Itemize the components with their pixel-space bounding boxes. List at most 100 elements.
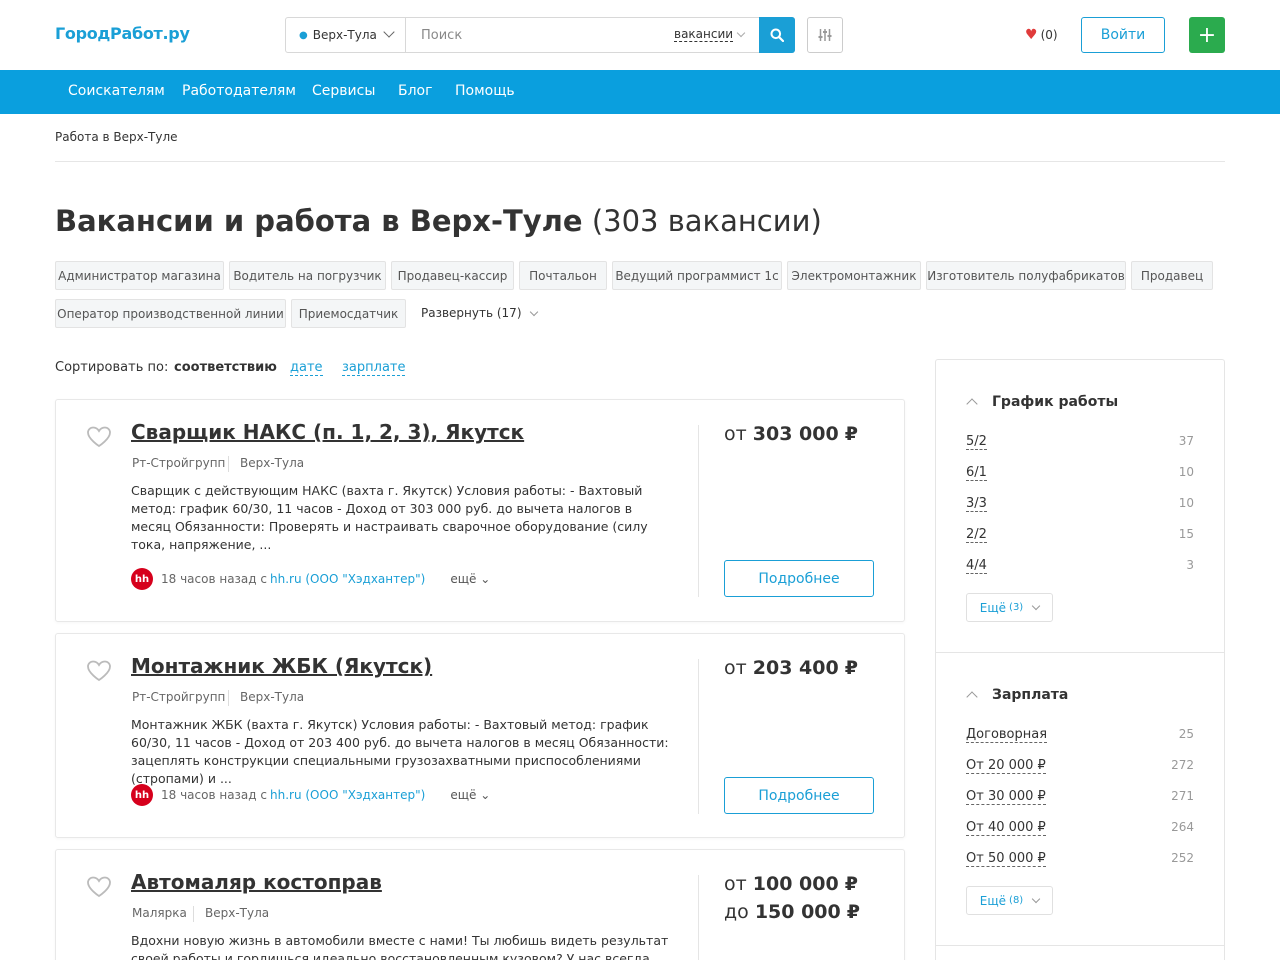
sort-option-date[interactable]: дате <box>290 360 323 376</box>
filter-count: 15 <box>1178 527 1194 541</box>
vacancy-source-row: hh 18 часов назад с hh.ru (ООО "Хэдханте… <box>131 568 490 590</box>
vacancy-description: Вдохни новую жизнь в автомобили вместе с… <box>131 933 669 960</box>
filter-option[interactable]: От 30 000 ₽ <box>966 789 1046 805</box>
filter-option[interactable]: 6/1 <box>966 465 987 481</box>
salary-value: 150 000 <box>754 901 841 923</box>
filter-option[interactable]: От 40 000 ₽ <box>966 820 1046 836</box>
show-more-button[interactable]: Ещё (3) <box>966 593 1053 622</box>
tag-chip[interactable]: Продавец <box>1131 261 1213 290</box>
more-dropdown[interactable]: ещё ⌄ <box>450 788 490 802</box>
breadcrumb[interactable]: Работа в Верх-Туле <box>55 130 178 144</box>
tag-chip[interactable]: Приемосдатчик <box>291 299 406 328</box>
filter-title-schedule[interactable]: График работы <box>992 394 1118 410</box>
search-input[interactable] <box>407 18 667 52</box>
tag-chip[interactable]: Водитель на погрузчик <box>229 261 386 290</box>
filter-count: 10 <box>1178 496 1194 510</box>
tag-chip[interactable]: Электромонтажник <box>787 261 921 290</box>
filter-count: 3 <box>1186 558 1194 572</box>
filter-count: 10 <box>1178 465 1194 479</box>
salary: от 303 000 ₽ <box>724 423 858 445</box>
company-name[interactable]: Малярка <box>132 906 187 920</box>
divider <box>698 659 699 814</box>
filter-count: 252 <box>1171 851 1194 865</box>
filter-option[interactable]: От 20 000 ₽ <box>966 758 1046 774</box>
add-vacancy-button[interactable]: + <box>1189 17 1225 53</box>
page-title: Вакансии и работа в Верх-Туле (303 вакан… <box>55 204 822 238</box>
vacancy-title[interactable]: Сварщик НАКС (п. 1, 2, 3), Якутск <box>131 420 524 444</box>
vacancy-description: Монтажник ЖБК (вахта г. Якутск) Условия … <box>131 717 669 786</box>
nav-item-blog[interactable]: Блог <box>398 83 432 99</box>
currency: ₽ <box>844 873 858 895</box>
filter-option[interactable]: 2/2 <box>966 527 987 543</box>
search-bar: ● Верх-Тула вакансии <box>285 17 795 53</box>
company-name[interactable]: Рт-Стройгрупп <box>132 690 225 704</box>
separator <box>228 690 229 706</box>
site-logo[interactable]: ГородРабот.ру <box>55 24 190 43</box>
page-title-text: Вакансии и работа в Верх-Туле <box>55 204 583 238</box>
divider <box>698 425 699 597</box>
sort-option-salary[interactable]: зарплате <box>342 360 406 376</box>
company-name[interactable]: Рт-Стройгрупп <box>132 456 225 470</box>
heart-outline-icon[interactable] <box>86 876 112 898</box>
source-link[interactable]: hh.ru (ООО "Хэдхантер") <box>270 572 425 586</box>
posted-time: 18 часов назад с <box>161 788 267 802</box>
tag-chip[interactable]: Администратор магазина <box>55 261 224 290</box>
header: ГородРабот.ру ● Верх-Тула вакансии ♥ (0)… <box>0 0 1280 70</box>
filter-option[interactable]: Договорная <box>966 727 1048 743</box>
chevron-up-icon[interactable] <box>966 691 978 703</box>
tag-chip[interactable]: Продавец-кассир <box>391 261 514 290</box>
hh-logo-icon: hh <box>131 784 153 806</box>
filter-option[interactable]: От 50 000 ₽ <box>966 851 1046 867</box>
favorites-link[interactable]: ♥ (0) <box>1025 27 1058 43</box>
filter-count: 264 <box>1171 820 1194 834</box>
expand-tags-label: Развернуть (17) <box>421 306 522 320</box>
search-button[interactable] <box>759 17 795 53</box>
show-more-button[interactable]: Ещё (8) <box>966 886 1053 915</box>
chevron-down-icon <box>383 26 395 38</box>
vacancy-city: Верх-Тула <box>240 456 305 470</box>
nav-item-help[interactable]: Помощь <box>455 83 515 99</box>
tag-chip[interactable]: Изготовитель полуфабрикатов <box>926 261 1126 290</box>
search-icon <box>770 28 784 42</box>
salary-prefix: от <box>724 657 747 679</box>
login-button[interactable]: Войти <box>1081 17 1165 53</box>
details-button[interactable]: Подробнее <box>724 777 874 814</box>
expand-tags-button[interactable]: Развернуть (17) <box>421 306 538 320</box>
chevron-up-icon[interactable] <box>966 398 978 410</box>
vacancy-title[interactable]: Автомаляр костоправ <box>131 870 382 894</box>
more-dropdown[interactable]: ещё ⌄ <box>450 572 490 586</box>
vacancy-source-row: hh 18 часов назад с hh.ru (ООО "Хэдханте… <box>131 784 490 806</box>
salary-prefix: от <box>724 423 747 445</box>
nav-item-services[interactable]: Сервисы <box>312 83 375 99</box>
source-link[interactable]: hh.ru (ООО "Хэдхантер") <box>270 788 425 802</box>
tag-chip[interactable]: Ведущий программист 1с <box>612 261 782 290</box>
show-more-count: (3) <box>1009 602 1024 613</box>
salary-value: 203 400 <box>752 657 839 679</box>
tag-chip[interactable]: Почтальон <box>519 261 607 290</box>
nav-item-job-seekers[interactable]: Соискателям <box>68 83 165 99</box>
nav-item-employers[interactable]: Работодателям <box>182 83 296 99</box>
chevron-down-icon <box>1031 601 1041 611</box>
filter-option[interactable]: 5/2 <box>966 434 987 450</box>
sort-label: Сортировать по: <box>55 360 169 375</box>
separator <box>228 456 229 472</box>
salary-prefix: до <box>724 901 749 923</box>
show-more-label: Ещё <box>979 600 1007 615</box>
vacancy-title[interactable]: Монтажник ЖБК (Якутск) <box>131 654 432 678</box>
details-button[interactable]: Подробнее <box>724 560 874 597</box>
main-nav: Соискателям Работодателям Сервисы Блог П… <box>0 70 1280 114</box>
heart-outline-icon[interactable] <box>86 426 112 448</box>
city-selector[interactable]: ● Верх-Тула <box>286 18 406 52</box>
chevron-down-icon <box>736 28 746 38</box>
location-pin-icon: ● <box>299 29 308 41</box>
filter-title-salary[interactable]: Зарплата <box>992 687 1068 703</box>
city-label: Верх-Тула <box>312 28 377 42</box>
search-type-selector[interactable]: вакансии <box>674 27 734 42</box>
filter-count: 272 <box>1171 758 1194 772</box>
show-more-label: Ещё <box>979 893 1007 908</box>
tag-chip[interactable]: Оператор производственной линии <box>55 299 286 328</box>
filter-option[interactable]: 3/3 <box>966 496 987 512</box>
heart-outline-icon[interactable] <box>86 660 112 682</box>
filter-option[interactable]: 4/4 <box>966 558 987 574</box>
filter-button[interactable] <box>807 17 843 53</box>
